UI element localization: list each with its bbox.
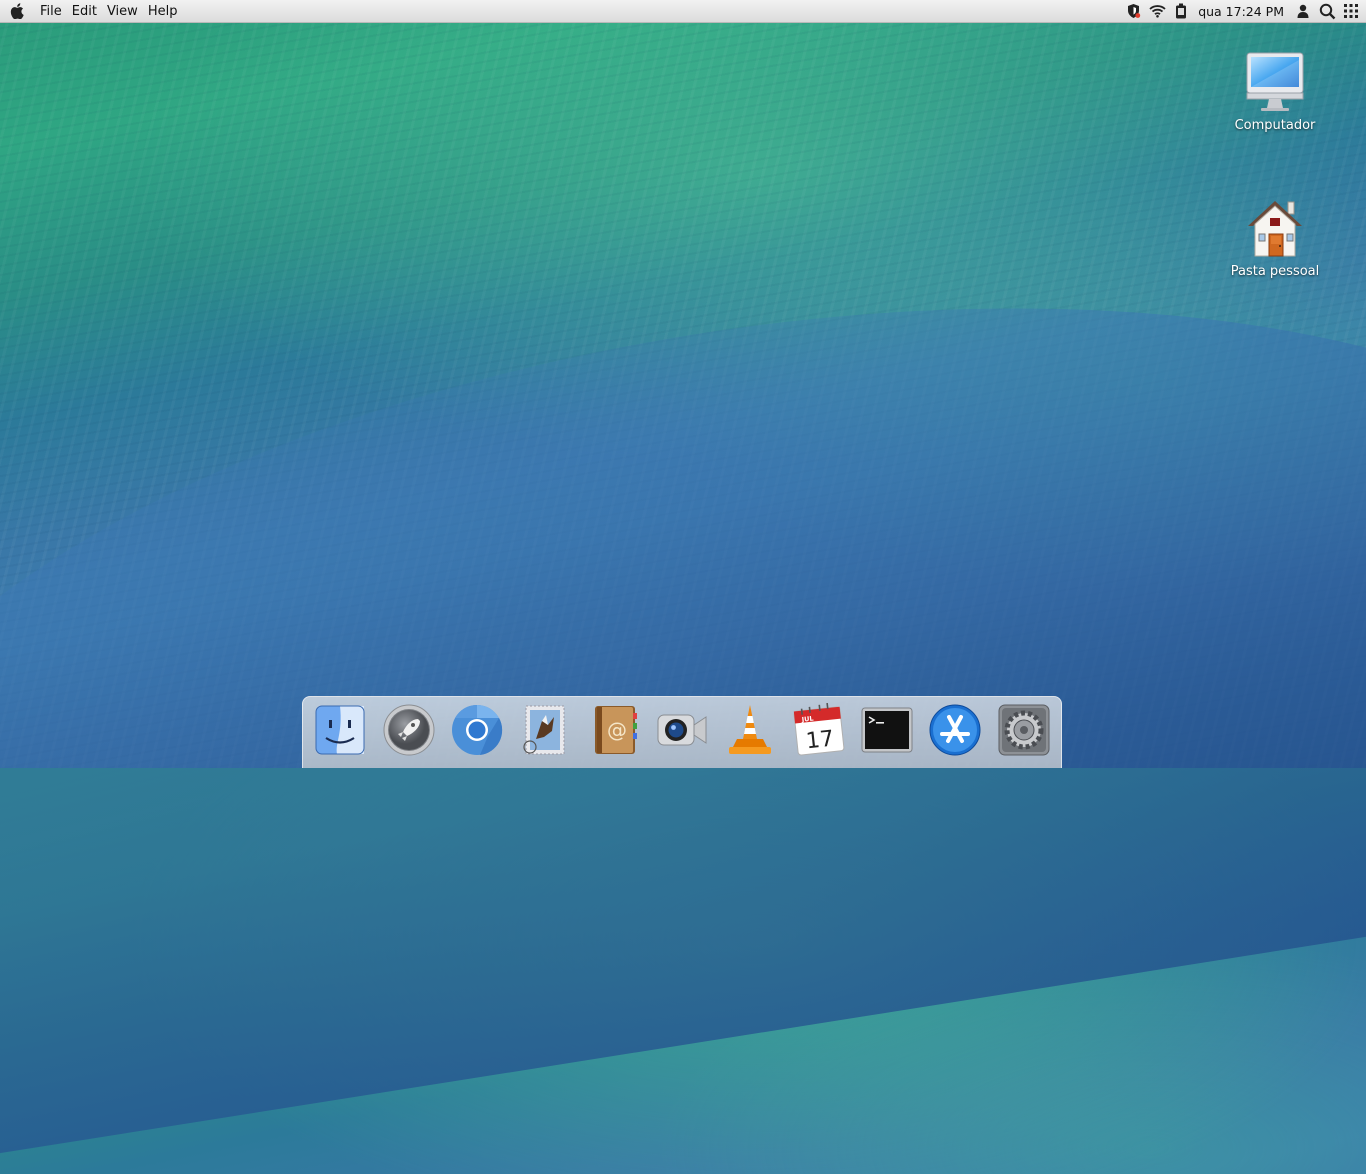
calendar-icon: JUL 17	[793, 703, 845, 756]
dock-launchpad[interactable]	[381, 702, 437, 758]
calendar-day: 17	[804, 727, 834, 755]
shield-icon[interactable]	[1124, 2, 1142, 20]
dock-terminal[interactable]	[859, 702, 915, 758]
grid-icon[interactable]	[1342, 2, 1360, 20]
wallpaper	[0, 0, 1366, 768]
dock-system-preferences[interactable]	[996, 702, 1052, 758]
launchpad-icon	[383, 704, 435, 756]
dock-vlc[interactable]	[722, 702, 778, 758]
app-store-icon	[929, 704, 981, 756]
facetime-icon	[657, 714, 707, 746]
home-folder-icon	[1243, 196, 1307, 260]
dock-mail[interactable]	[517, 702, 573, 758]
menu-file[interactable]: File	[36, 0, 66, 23]
wifi-icon[interactable]	[1148, 2, 1166, 20]
system-preferences-icon	[998, 704, 1050, 756]
chromium-icon	[451, 704, 503, 755]
clock[interactable]: qua 17:24 PM	[1198, 4, 1284, 19]
battery-icon[interactable]	[1172, 2, 1190, 20]
menu-help[interactable]: Help	[144, 0, 182, 23]
search-icon[interactable]	[1318, 2, 1336, 20]
dock-calendar[interactable]: JUL 17	[791, 702, 847, 758]
dock-items: @ JUL 17	[306, 700, 1058, 760]
dock-app-store[interactable]	[927, 702, 983, 758]
apple-icon[interactable]	[8, 2, 26, 20]
mail-stamp-icon	[523, 705, 565, 755]
finder-icon	[315, 705, 365, 755]
status-tray: qua 17:24 PM	[1118, 0, 1366, 23]
desktop-icon-computer[interactable]: Computador	[1220, 50, 1330, 133]
computer-icon	[1243, 50, 1307, 114]
svg-text:@: @	[607, 718, 627, 742]
user-icon[interactable]	[1294, 2, 1312, 20]
menu-view[interactable]: View	[103, 0, 142, 23]
dock-facetime[interactable]	[654, 702, 710, 758]
desktop-icon-label: Computador	[1234, 118, 1316, 133]
calendar-month: JUL	[800, 715, 814, 724]
desktop-icon-label: Pasta pessoal	[1230, 264, 1320, 279]
menu-bar: File Edit View Help qua 17:24 PM	[0, 0, 1366, 23]
contacts-icon: @	[594, 706, 637, 754]
dock-finder[interactable]	[312, 702, 368, 758]
dock-contacts[interactable]: @	[586, 702, 642, 758]
dock-chromium[interactable]	[449, 702, 505, 758]
vlc-icon	[729, 705, 772, 754]
terminal-icon	[861, 707, 913, 753]
desktop-icon-home[interactable]: Pasta pessoal	[1220, 196, 1330, 279]
wallpaper-wave	[0, 185, 1366, 1174]
menu-edit[interactable]: Edit	[68, 0, 101, 23]
